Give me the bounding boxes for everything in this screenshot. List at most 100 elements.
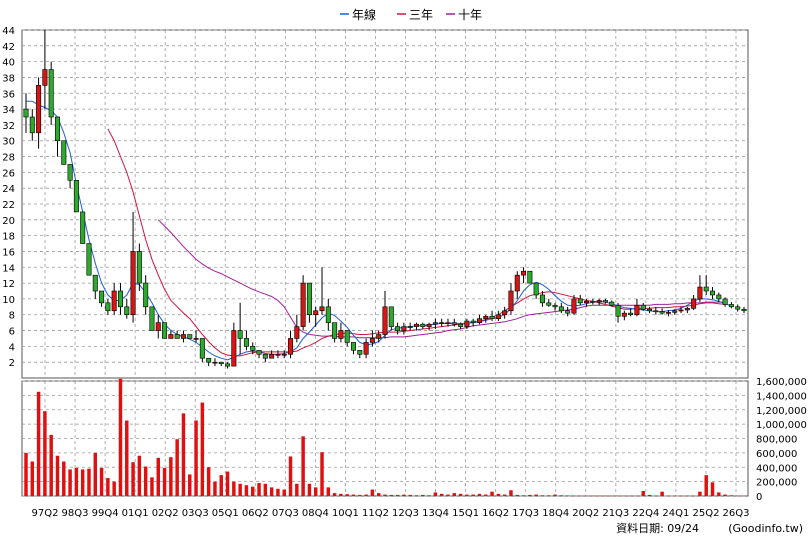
volume-bar	[112, 481, 116, 496]
candle-body	[691, 298, 697, 309]
candle-body	[338, 330, 344, 339]
volume-bar	[553, 494, 557, 496]
volume-bar	[547, 495, 551, 496]
x-tick-label: 10Q1	[332, 508, 359, 519]
volume-bar	[654, 495, 658, 497]
price-tick-label: 40	[2, 58, 15, 69]
volume-bar	[251, 486, 255, 496]
candle-body	[168, 334, 174, 339]
volume-bar	[389, 494, 394, 496]
candle-body	[476, 318, 482, 323]
x-tick-label: 03Q3	[182, 508, 209, 519]
candle-body	[514, 274, 520, 292]
candle-body	[546, 302, 552, 306]
candle-body	[628, 312, 634, 316]
volume-bar	[704, 475, 708, 496]
volume-tick-label: 200,000	[756, 478, 797, 489]
candle-body	[539, 294, 545, 304]
price-tick-label: 38	[2, 73, 15, 84]
volume-bar	[106, 478, 110, 496]
candle-body	[136, 251, 142, 284]
volume-bar	[364, 494, 368, 496]
volume-bar	[616, 495, 620, 497]
candle-body	[552, 304, 558, 308]
volume-bar	[395, 494, 400, 496]
volume-bar	[408, 494, 412, 496]
volume-bar	[93, 452, 98, 496]
candle-body	[269, 353, 275, 359]
candle-body	[206, 357, 212, 363]
volume-bar	[458, 493, 463, 496]
candle-body	[571, 298, 577, 314]
candle-body	[413, 323, 419, 327]
price-tick-label: 26	[2, 168, 15, 179]
volume-bar	[698, 491, 702, 496]
candle-body	[741, 308, 747, 312]
candle-body	[237, 330, 243, 339]
volume-bar	[534, 494, 538, 496]
volume-bar	[484, 494, 488, 496]
volume-bar	[509, 490, 513, 496]
x-tick-label: 06Q2	[242, 508, 269, 519]
volume-bar	[49, 434, 53, 496]
candle-body	[212, 361, 218, 364]
x-tick-label: 18Q4	[542, 508, 569, 519]
x-tick-label: 24Q1	[662, 508, 689, 519]
candle-body	[61, 140, 67, 165]
volume-bar	[414, 495, 419, 496]
volume-bar	[742, 495, 746, 497]
candle-body	[735, 306, 741, 310]
candle-body	[722, 298, 728, 305]
candle-body	[451, 322, 457, 325]
x-tick-label: 99Q4	[92, 508, 119, 519]
candle-body	[344, 330, 350, 343]
candle-body	[426, 323, 432, 327]
candle-body	[275, 353, 281, 356]
volume-bar	[370, 489, 375, 496]
volume-bar	[427, 495, 431, 496]
volume-bar	[257, 483, 261, 496]
volume-bar	[143, 466, 148, 496]
footer-date: 資料日期: 09/24	[616, 521, 699, 535]
footer-source: (Goodinfo.tw)	[728, 522, 803, 535]
volume-bar	[36, 391, 41, 496]
candle-body	[577, 298, 583, 304]
volume-bar	[263, 483, 268, 496]
volume-bar	[125, 420, 129, 496]
volume-bar	[666, 495, 671, 497]
volume-bar	[181, 413, 186, 496]
volume-bar	[710, 482, 715, 496]
x-tick-label: 07Q3	[272, 508, 299, 519]
candle-body	[728, 304, 734, 308]
volume-bar	[691, 495, 696, 497]
volume-bar	[647, 494, 652, 496]
volume-bar	[572, 495, 576, 497]
volume-bar	[169, 457, 173, 496]
candle-body	[155, 322, 161, 331]
price-tick-label: 10	[2, 295, 15, 306]
x-tick-label: 08Q4	[302, 508, 329, 519]
volume-bar	[685, 495, 690, 497]
candle-body	[407, 326, 413, 328]
candle-body	[395, 326, 401, 331]
candle-body	[306, 282, 312, 316]
volume-bar	[496, 493, 501, 496]
volume-bar	[276, 488, 280, 496]
candle-body	[678, 309, 684, 312]
volume-bar	[74, 467, 79, 496]
volume-bar	[452, 493, 457, 496]
x-tick-label: 25Q2	[692, 508, 719, 519]
price-tick-label: 32	[2, 121, 15, 132]
volume-bar	[610, 495, 614, 497]
volume-bar	[288, 456, 293, 496]
volume-bar	[24, 452, 28, 496]
candle-body	[716, 294, 722, 300]
volume-bar	[433, 492, 438, 496]
volume-bar	[156, 457, 160, 496]
x-tick-label: 12Q3	[392, 508, 419, 519]
volume-bar	[477, 493, 482, 496]
candle-body	[332, 322, 338, 339]
volume-bar	[559, 495, 564, 496]
volume-bar	[162, 467, 167, 496]
candle-body	[225, 363, 231, 367]
